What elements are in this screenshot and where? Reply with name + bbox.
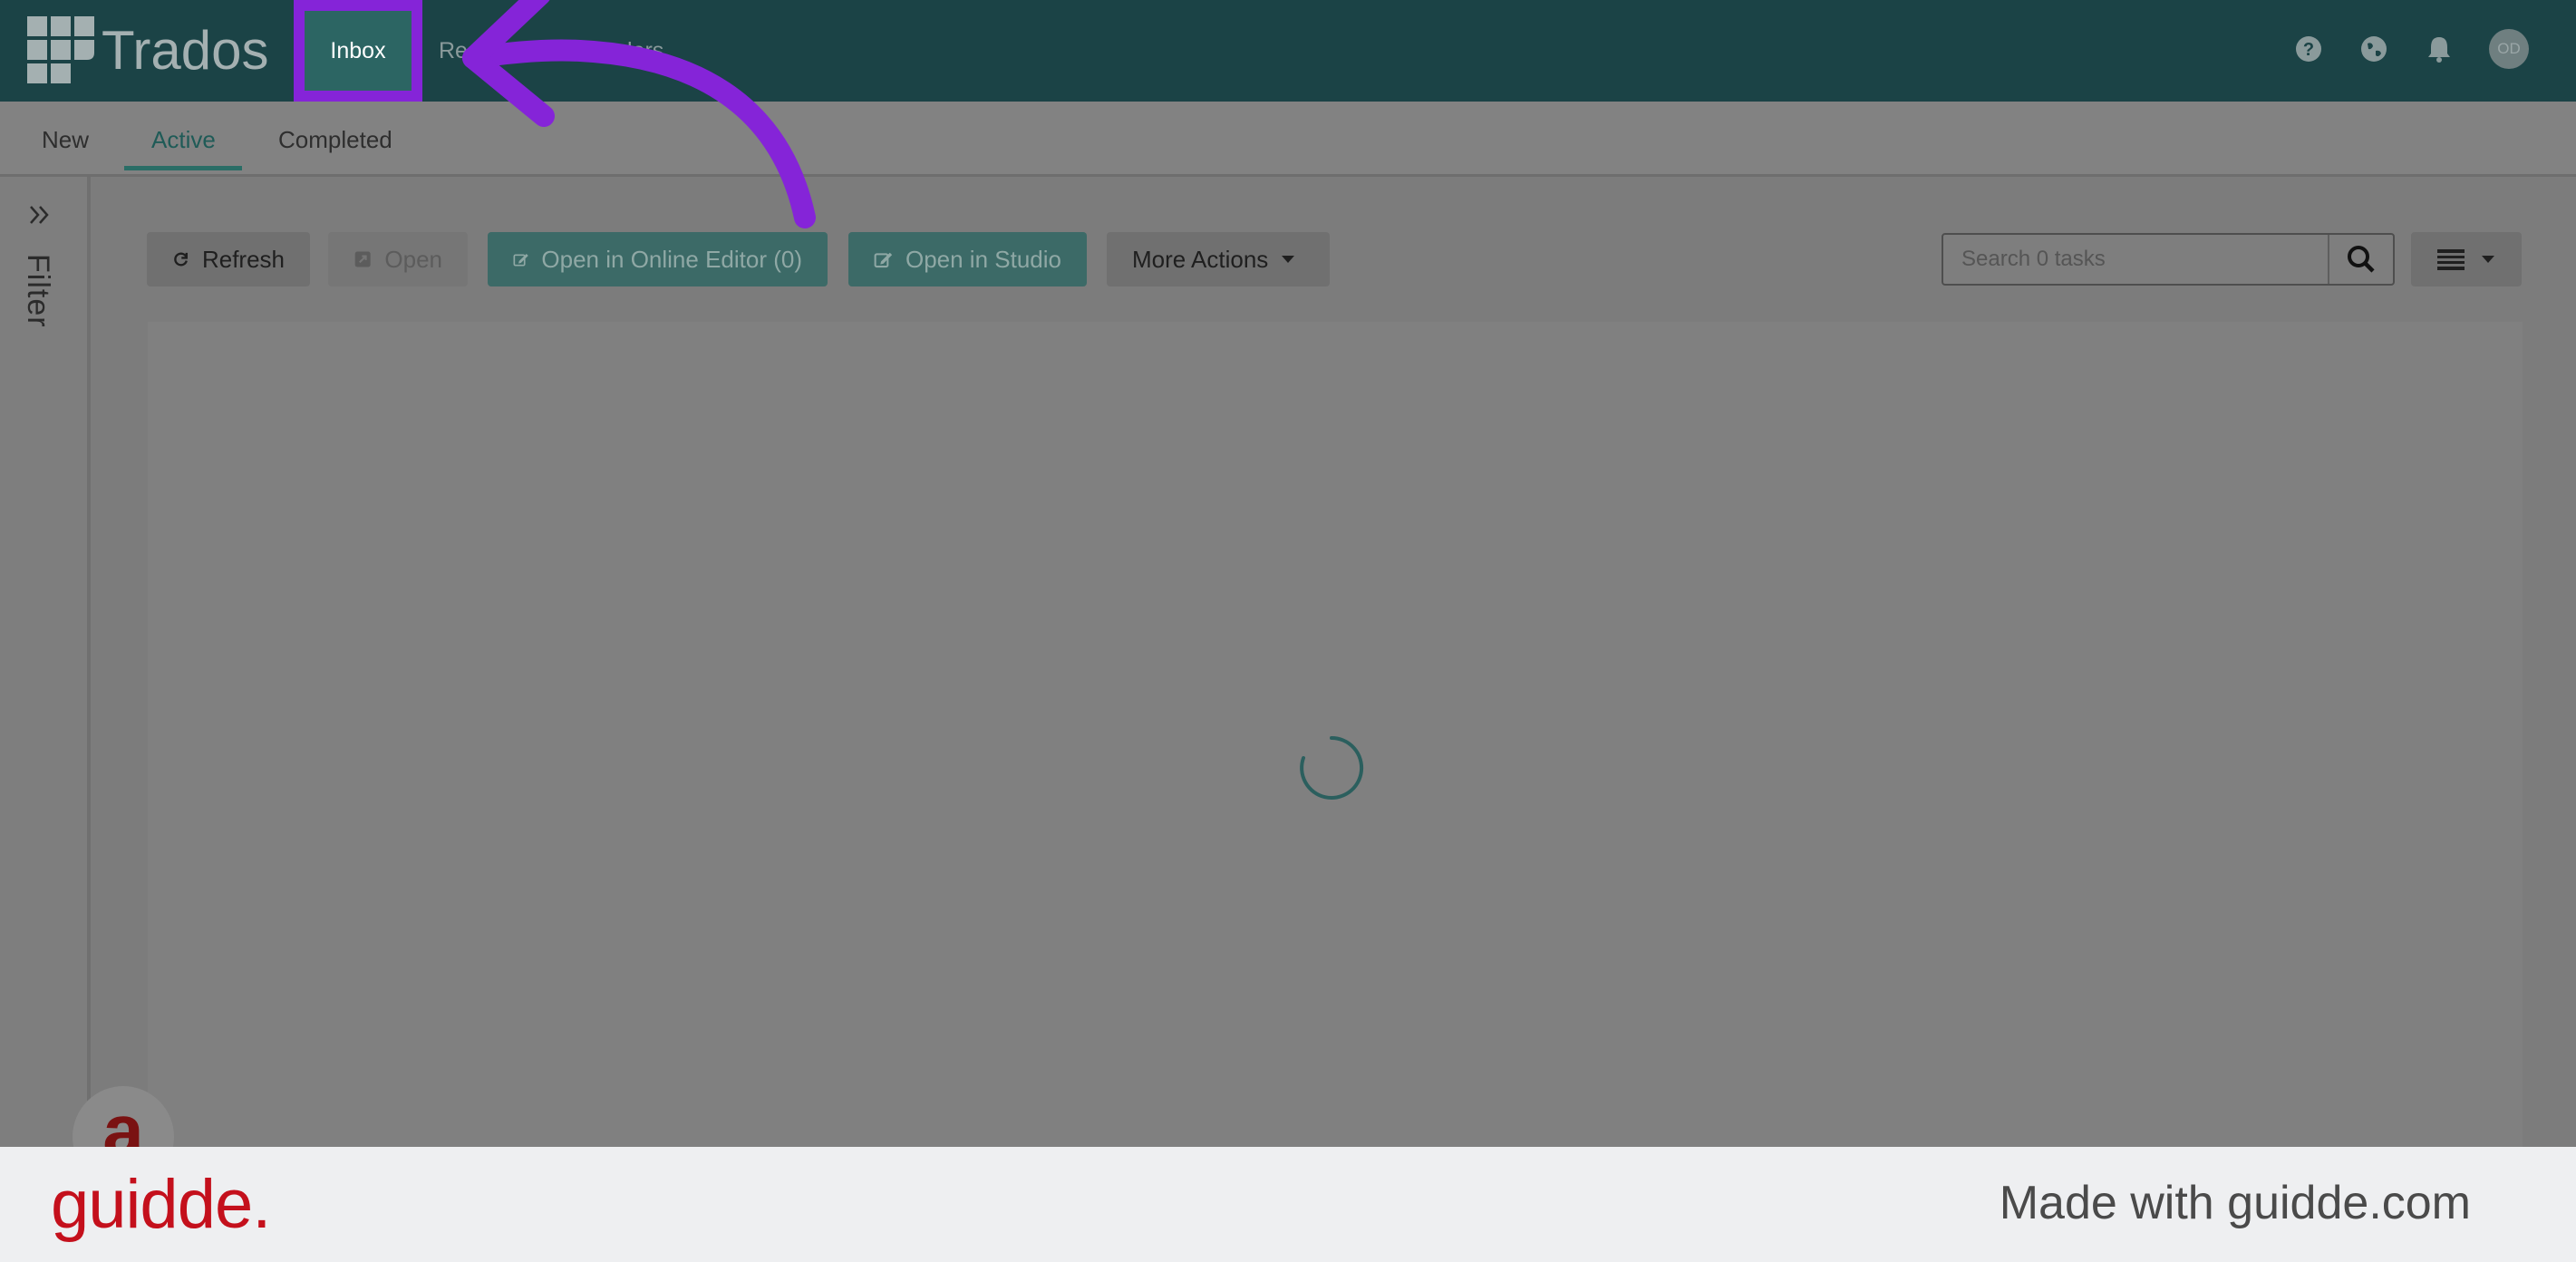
open-button[interactable]: Open: [328, 232, 468, 286]
caret-down-icon: [2482, 256, 2494, 263]
tab-completed[interactable]: Completed: [278, 102, 392, 174]
bell-icon[interactable]: [2424, 34, 2455, 64]
trados-logo-icon: [27, 16, 94, 83]
edit-icon: [874, 252, 893, 268]
task-search: [1942, 233, 2395, 286]
help-icon[interactable]: ?: [2293, 34, 2324, 64]
nav-resources[interactable]: Res: [439, 0, 479, 102]
refresh-label: Refresh: [201, 245, 285, 273]
filter-sidebar[interactable]: Filter: [0, 177, 91, 1147]
open-online-editor-label: Open in Online Editor (0): [541, 245, 802, 273]
refresh-icon: [174, 252, 188, 267]
loading-spinner-icon: [1300, 735, 1364, 800]
guidde-logo: guidde.: [51, 1166, 271, 1243]
made-with-text: Made with guidde.com: [1999, 1177, 2471, 1229]
list-view-icon: [2437, 249, 2465, 270]
top-navigation-bar: Trados Inbox Res lers ? OD: [0, 0, 2576, 102]
brand-name: Trados: [102, 20, 269, 81]
inbox-subtabs: New Active Completed: [0, 102, 2576, 177]
tab-new[interactable]: New: [42, 102, 89, 174]
svg-text:?: ?: [2303, 40, 2314, 60]
nav-inbox[interactable]: Inbox: [294, 0, 422, 102]
open-online-editor-button[interactable]: Open in Online Editor (0): [488, 232, 828, 286]
open-icon: [354, 251, 371, 267]
search-button[interactable]: [2328, 235, 2393, 284]
filter-label: Filter: [21, 254, 55, 328]
open-label: Open: [384, 245, 442, 273]
open-in-studio-label: Open in Studio: [905, 245, 1061, 273]
edit-icon: [513, 253, 528, 267]
nav-item-third[interactable]: lers: [627, 0, 663, 102]
search-input[interactable]: [1943, 246, 2328, 273]
refresh-button[interactable]: Refresh: [147, 232, 310, 286]
nav-inbox-label: Inbox: [330, 37, 386, 63]
user-avatar[interactable]: OD: [2489, 29, 2529, 69]
view-options-button[interactable]: [2411, 232, 2522, 286]
caret-down-icon: [1282, 256, 1295, 263]
tab-active[interactable]: Active: [151, 102, 216, 174]
open-in-studio-button[interactable]: Open in Studio: [848, 232, 1087, 286]
more-actions-button[interactable]: More Actions: [1107, 232, 1330, 286]
globe-icon[interactable]: [2358, 34, 2389, 64]
guidde-footer: guidde. Made with guidde.com: [0, 1147, 2576, 1262]
search-icon: [2348, 246, 2375, 273]
active-tab-indicator: [124, 166, 242, 170]
header-actions: ? OD: [2293, 29, 2529, 69]
double-chevron-right-icon[interactable]: [27, 202, 53, 228]
more-actions-label: More Actions: [1132, 245, 1269, 273]
